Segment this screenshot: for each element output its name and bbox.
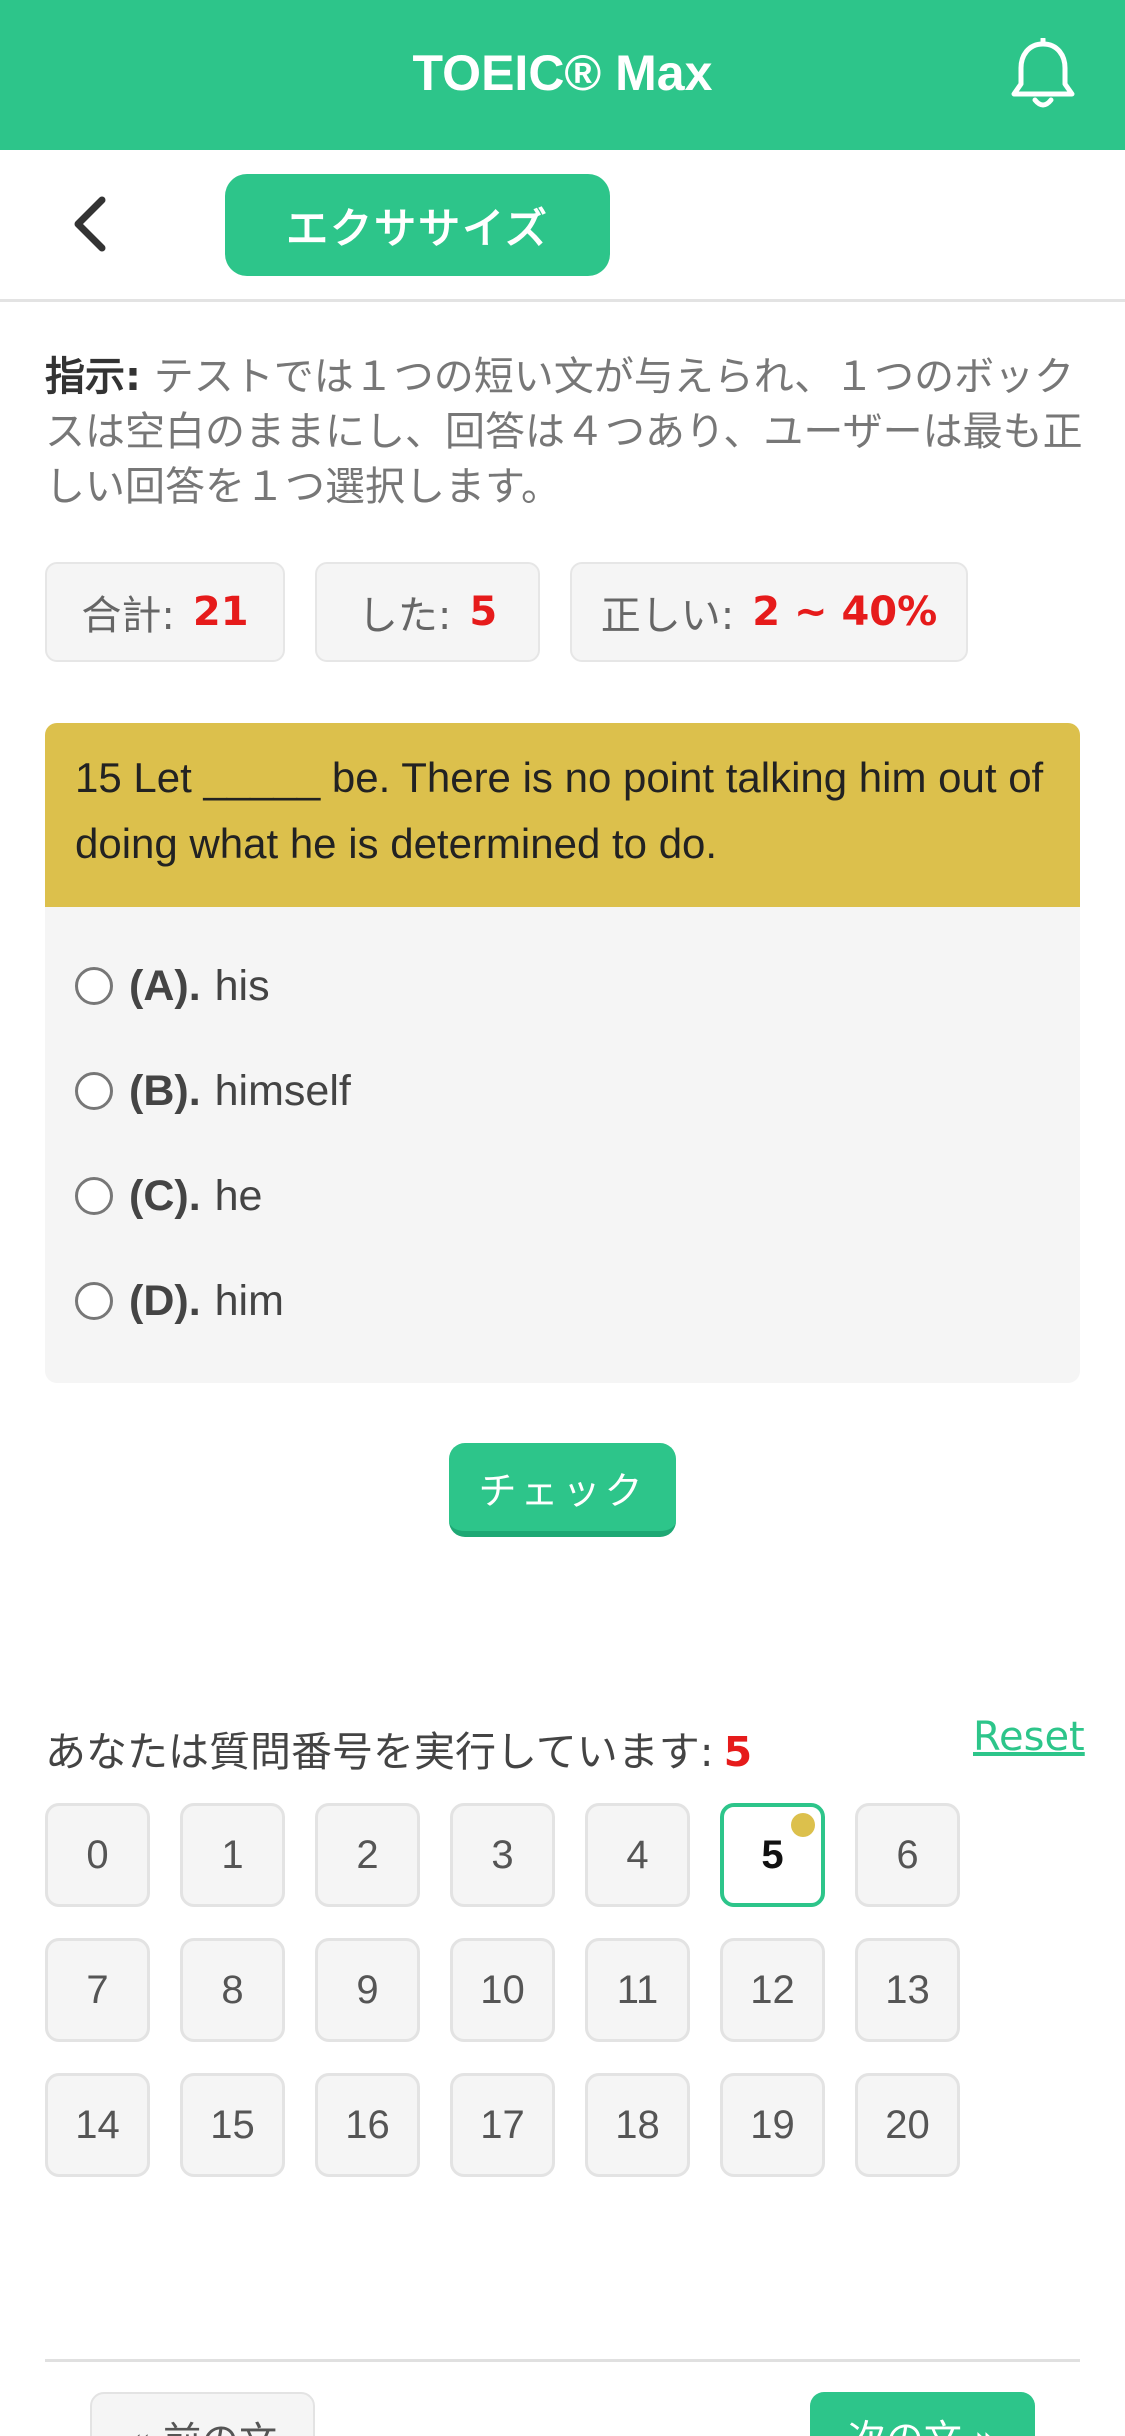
question-number-label: 8 [221,1967,244,2012]
next-sentence-button[interactable]: 次の文 » [810,2392,1035,2436]
question-number-button[interactable]: 4 [585,1803,690,1907]
question-number-label: 15 [210,2102,255,2147]
question-number-button[interactable]: 9 [315,1938,420,2042]
question-number-button[interactable]: 2 [315,1803,420,1907]
question-number-button[interactable]: 6 [855,1803,960,1907]
radio-button[interactable] [75,1072,113,1110]
app-title: TOEIC® Max [412,45,713,101]
prev-sentence-button[interactable]: « 前の文 [90,2392,315,2436]
question-number-label: 10 [480,1967,525,2012]
progress-indicator: あなたは質問番号を実行しています: 5 [45,1718,752,1778]
question-number-button[interactable]: 10 [450,1938,555,2042]
question-number-button[interactable]: 16 [315,2073,420,2177]
option-key: (A). [129,961,201,1010]
question-number-button[interactable]: 15 [180,2073,285,2177]
question-number-label: 16 [345,2102,390,2147]
stat-done-label: した: [357,593,452,639]
stat-correct-label: 正しい: [600,593,735,639]
question-number-label: 0 [86,1832,109,1877]
question-number-label: 17 [480,2102,525,2147]
option-d[interactable]: (D). him [75,1271,284,1331]
progress-label: あなたは質問番号を実行しています: [45,1728,714,1776]
option-text: his [214,961,270,1010]
check-button[interactable]: チェック [449,1443,676,1537]
question-number-label: 4 [626,1832,649,1877]
question-number-label: 2 [356,1832,379,1877]
question-number-label: 5 [761,1832,784,1877]
question-text: 15 Let _____ be. There is no point talki… [45,723,1080,907]
question-number-button[interactable]: 0 [45,1803,150,1907]
question-number-button[interactable]: 19 [720,2073,825,2177]
question-number-label: 12 [750,1967,795,2012]
option-key: (B). [129,1066,201,1115]
question-number-button[interactable]: 18 [585,2073,690,2177]
question-card: 15 Let _____ be. There is no point talki… [45,723,1080,1383]
question-number-button[interactable]: 8 [180,1938,285,2042]
stat-total-label: 合計: [81,593,175,639]
stat-correct: 正しい: 2 ~ 40% [570,562,968,662]
question-number-button[interactable]: 5 [720,1803,825,1907]
stat-done: した: 5 [315,562,540,662]
divider [45,2359,1080,2362]
stat-total: 合計: 21 [45,562,285,662]
question-number-button[interactable]: 14 [45,2073,150,2177]
stat-total-value: 21 [192,589,249,635]
option-key: (D). [129,1276,201,1325]
question-number-button[interactable]: 17 [450,2073,555,2177]
question-number-label: 13 [885,1967,930,2012]
question-number-label: 19 [750,2102,795,2147]
question-number-label: 14 [75,2102,120,2147]
question-number-label: 20 [885,2102,930,2147]
instructions-label: 指示: [45,354,141,400]
option-key: (C). [129,1171,201,1220]
option-text: him [214,1276,284,1325]
question-number-label: 18 [615,2102,660,2147]
option-text: himself [214,1066,351,1115]
question-number-button[interactable]: 11 [585,1938,690,2042]
question-number-button[interactable]: 20 [855,2073,960,2177]
question-number-label: 11 [616,1967,659,2012]
stat-correct-value: 2 ~ 40% [752,589,938,635]
question-number-label: 6 [896,1832,919,1877]
radio-button[interactable] [75,967,113,1005]
question-number-label: 9 [356,1967,379,2012]
question-number-label: 7 [86,1967,109,2012]
option-c[interactable]: (C). he [75,1166,262,1226]
option-text: he [214,1171,263,1220]
question-number-label: 3 [491,1832,514,1877]
question-number-label: 1 [221,1832,244,1877]
question-number-button[interactable]: 12 [720,1938,825,2042]
option-a[interactable]: (A). his [75,956,270,1016]
question-number-button[interactable]: 1 [180,1803,285,1907]
sub-navigation: エクササイズ [0,150,1125,302]
option-b[interactable]: (B). himself [75,1061,351,1121]
reset-link[interactable]: Reset [973,1714,1085,1760]
chevron-left-icon[interactable] [62,194,122,254]
bell-icon[interactable] [1008,38,1078,112]
instructions-text: テストでは１つの短い文が与えられ、１つのボックスは空白のままにし、回答は４つあり… [45,354,1083,510]
question-number-button[interactable]: 3 [450,1803,555,1907]
question-number-button[interactable]: 7 [45,1938,150,2042]
current-marker-dot [791,1813,815,1837]
app-header: TOEIC® Max [0,0,1125,150]
stat-done-value: 5 [469,589,498,635]
radio-button[interactable] [75,1177,113,1215]
exercise-mode-button[interactable]: エクササイズ [225,174,610,276]
question-number-button[interactable]: 13 [855,1938,960,2042]
instructions: 指示: テストでは１つの短い文が与えられ、１つのボックスは空白のままにし、回答は… [45,350,1085,515]
radio-button[interactable] [75,1282,113,1320]
current-question-number: 5 [723,1728,753,1776]
